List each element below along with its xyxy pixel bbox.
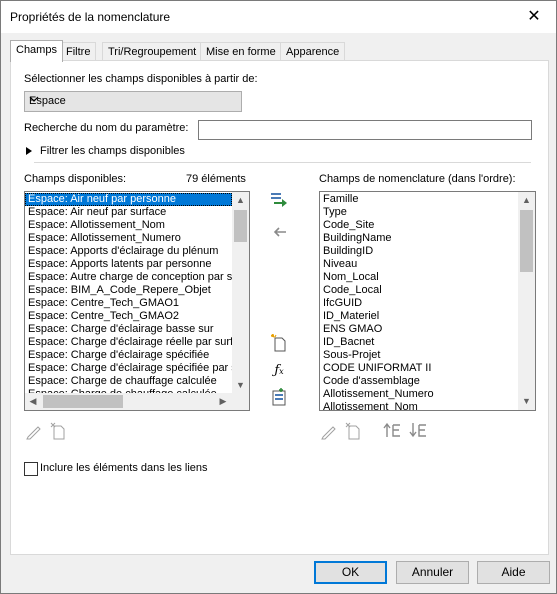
available-field-item[interactable]: Espace: Air neuf par personne xyxy=(25,193,232,206)
new-parameter-button[interactable] xyxy=(269,333,289,354)
scroll-left-arrow-icon[interactable]: ◀ xyxy=(25,393,41,410)
schedule-field-item[interactable]: Type xyxy=(320,206,518,219)
category-dropdown[interactable]: Espace xyxy=(24,91,242,112)
filter-expander[interactable]: Filtrer les champs disponibles xyxy=(24,144,531,163)
schedule-field-item[interactable]: ID_Bacnet xyxy=(320,336,518,349)
available-field-item[interactable]: Espace: Apports d'éclairage du plénum xyxy=(25,245,232,258)
schedule-field-item[interactable]: IfcGUID xyxy=(320,297,518,310)
available-field-item[interactable]: Espace: Charge d'éclairage spécifiée xyxy=(25,349,232,362)
available-field-item[interactable]: Espace: Air neuf par surface xyxy=(25,206,232,219)
delete-parameter-icon xyxy=(48,422,68,442)
help-button[interactable]: Aide xyxy=(477,561,550,584)
available-count: 79 éléments xyxy=(186,173,246,185)
available-field-item[interactable]: Espace: Centre_Tech_GMAO2 xyxy=(25,310,232,323)
title-bar: Propriétés de la nomenclature ✕ xyxy=(1,1,556,33)
available-fields-vertical-scrollbar[interactable]: ▲ ▼ xyxy=(232,192,249,393)
select-from-label: Sélectionner les champs disponibles à pa… xyxy=(24,73,258,85)
schedule-fields-list[interactable]: Famille Type Code_Site BuildingName Building… xyxy=(319,191,536,411)
scroll-thumb[interactable] xyxy=(520,210,533,272)
remove-arrow-icon xyxy=(273,227,286,237)
move-up-icon xyxy=(383,422,403,442)
available-fields-label: Champs disponibles: xyxy=(24,173,127,185)
dialog-title: Propriétés de la nomenclature xyxy=(10,10,171,24)
available-field-item[interactable]: Espace: Apports latents par personne xyxy=(25,258,232,271)
schedule-field-item[interactable]: BuildingID xyxy=(320,245,518,258)
schedule-fields-vertical-scrollbar[interactable]: ▲ ▼ xyxy=(518,192,535,410)
available-fields-horizontal-scrollbar[interactable]: ◀ ▶ xyxy=(25,393,249,410)
available-field-item[interactable]: Espace: Charge de chauffage calculée xyxy=(25,375,232,388)
tab-filtre[interactable]: Filtre xyxy=(60,42,97,61)
schedule-field-item[interactable]: CODE UNIFORMAT II xyxy=(320,362,518,375)
scroll-down-arrow-icon[interactable]: ▼ xyxy=(518,393,535,409)
scroll-thumb[interactable] xyxy=(234,210,247,242)
available-field-item[interactable]: Espace: Allotissement_Nom xyxy=(25,219,232,232)
schedule-field-item[interactable]: BuildingName xyxy=(320,232,518,245)
scroll-thumb[interactable] xyxy=(43,395,123,408)
add-field-button[interactable] xyxy=(269,191,289,211)
expand-triangle-icon xyxy=(26,147,32,157)
remove-field-button[interactable] xyxy=(269,224,289,244)
delete-schedule-parameter-icon xyxy=(343,422,363,442)
schedule-field-item[interactable]: Niveau xyxy=(320,258,518,271)
formula-icon[interactable]: ƒx xyxy=(269,361,289,381)
schedule-field-item[interactable]: ID_Materiel xyxy=(320,310,518,323)
tab-tri-regroupement[interactable]: Tri/Regroupement xyxy=(102,42,203,61)
schedule-field-item[interactable]: Code_Local xyxy=(320,284,518,297)
scroll-up-arrow-icon[interactable]: ▲ xyxy=(232,192,249,208)
move-down-icon xyxy=(409,422,429,442)
filter-expander-label: Filtrer les champs disponibles xyxy=(40,145,185,157)
divider xyxy=(34,162,531,163)
tab-champs[interactable]: Champs xyxy=(10,40,63,62)
schedule-fields-label: Champs de nomenclature (dans l'ordre): xyxy=(319,173,516,185)
schedule-properties-dialog: Propriétés de la nomenclature ✕ Champs F… xyxy=(0,0,557,594)
available-field-item[interactable]: Espace: Centre_Tech_GMAO1 xyxy=(25,297,232,310)
search-label: Recherche du nom du paramètre: xyxy=(24,122,189,134)
scroll-right-arrow-icon[interactable]: ▶ xyxy=(215,393,231,410)
fields-tab-panel: Sélectionner les champs disponibles à pa… xyxy=(10,60,549,555)
available-field-item[interactable]: Espace: BIM_A_Code_Repere_Objet xyxy=(25,284,232,297)
available-field-item[interactable]: Espace: Charge d'éclairage réelle par su… xyxy=(25,336,232,349)
scroll-down-arrow-icon[interactable]: ▼ xyxy=(232,377,249,393)
available-field-item[interactable]: Espace: Charge d'éclairage spécifiée par… xyxy=(25,362,232,375)
available-field-item[interactable]: Espace: Autre charge de conception par s… xyxy=(25,271,232,284)
schedule-field-item[interactable]: ENS GMAO xyxy=(320,323,518,336)
schedule-field-item[interactable]: Famille xyxy=(320,193,518,206)
available-field-item[interactable]: Espace: Allotissement_Numero xyxy=(25,232,232,245)
available-field-item[interactable]: Espace: Charge d'éclairage basse sur xyxy=(25,323,232,336)
schedule-field-item[interactable]: Sous-Projet xyxy=(320,349,518,362)
combine-parameters-icon xyxy=(272,388,286,406)
include-linked-label: Inclure les éléments dans les liens xyxy=(40,462,208,474)
schedule-field-item[interactable]: Code d'assemblage xyxy=(320,375,518,388)
tab-apparence[interactable]: Apparence xyxy=(280,42,346,61)
new-parameter-icon xyxy=(270,333,286,352)
schedule-field-item[interactable]: Nom_Local xyxy=(320,271,518,284)
include-linked-checkbox[interactable] xyxy=(24,462,38,476)
schedule-field-item[interactable]: Allotissement_Nom xyxy=(320,401,518,410)
chevron-down-icon xyxy=(29,94,238,107)
tab-mise-en-forme[interactable]: Mise en forme xyxy=(200,42,282,61)
cancel-button[interactable]: Annuler xyxy=(396,561,469,584)
combine-parameters-button[interactable] xyxy=(269,388,289,408)
close-icon[interactable]: ✕ xyxy=(512,1,556,33)
available-fields-list[interactable]: Espace: Air neuf par personne Espace: Air… xyxy=(24,191,250,411)
schedule-field-item[interactable]: Code_Site xyxy=(320,219,518,232)
parameter-search-input[interactable] xyxy=(198,120,532,140)
scroll-up-arrow-icon[interactable]: ▲ xyxy=(518,192,535,208)
schedule-field-item[interactable]: Allotissement_Numero xyxy=(320,388,518,401)
edit-schedule-parameter-icon xyxy=(319,422,339,442)
ok-button[interactable]: OK xyxy=(314,561,387,584)
add-arrow-icon xyxy=(271,193,287,207)
edit-parameter-icon xyxy=(24,422,44,442)
